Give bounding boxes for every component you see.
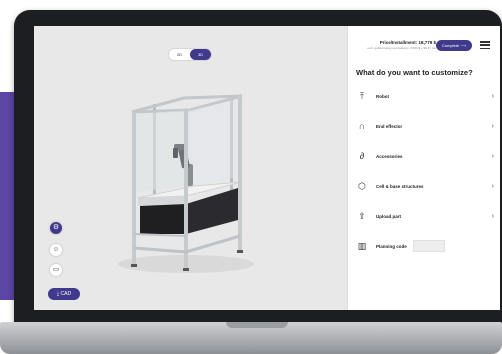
- menu-item-end-effector[interactable]: ∩ End effector ›: [356, 118, 494, 134]
- hamburger-menu-icon[interactable]: [480, 41, 490, 50]
- cube-icon: ⬡: [358, 181, 366, 191]
- laptop-notch: [226, 322, 288, 328]
- menu-item-label: Upload part: [376, 213, 402, 219]
- menu-item-label: End effector: [376, 123, 403, 129]
- menu-item-upload-part[interactable]: ⇪ Upload part ›: [356, 208, 494, 224]
- chevron-right-icon: ›: [491, 122, 494, 130]
- chat-icon[interactable]: ▭: [50, 264, 62, 276]
- robot-cell-model[interactable]: [34, 26, 347, 310]
- cad-download-button[interactable]: ⤓ CAD: [48, 288, 80, 300]
- menu-item-accessories[interactable]: ∂ Accessories ›: [356, 148, 494, 164]
- paperclip-icon: ∂: [359, 151, 365, 161]
- customize-heading: What do you want to customize?: [356, 68, 473, 77]
- chevron-right-icon: ›: [491, 182, 494, 190]
- upload-icon: ⇪: [358, 211, 366, 221]
- customize-panel: Price/Installment: 18,779 $ excl. guided…: [347, 26, 500, 310]
- menu-item-label: Cell & base structures: [376, 183, 424, 189]
- barcode-icon: ▥: [357, 241, 367, 251]
- chevron-right-icon: ›: [491, 152, 494, 160]
- robot-arm-icon: ⤒: [360, 91, 364, 101]
- menu-item-planning-code: ▥ Planning code: [356, 238, 494, 254]
- menu-item-cell-base[interactable]: ⬡ Cell & base structures ›: [356, 178, 494, 194]
- planning-code-input[interactable]: [412, 240, 445, 252]
- price-subtext: excl. guided setup and delivery. 3,500 $…: [367, 46, 436, 50]
- complete-button[interactable]: Complete ⟶: [436, 40, 472, 51]
- 3d-viewport[interactable]: 2D 3D ⚙ ☺ ▭ ⤓ CAD: [34, 26, 347, 310]
- user-icon[interactable]: ☺: [50, 244, 62, 256]
- app-screen: 2D 3D ⚙ ☺ ▭ ⤓ CAD Price/Installment: 18,…: [34, 26, 500, 310]
- chevron-right-icon: ›: [491, 212, 494, 220]
- chevron-right-icon: ›: [491, 92, 494, 100]
- gripper-icon: ∩: [358, 121, 366, 131]
- price-text: Price/Installment: 18,779 $: [379, 40, 436, 45]
- gear-icon[interactable]: ⚙: [50, 222, 62, 234]
- menu-item-robot[interactable]: ⤒ Robot ›: [356, 88, 494, 104]
- menu-item-label: Planning code: [376, 243, 407, 249]
- menu-item-label: Robot: [376, 93, 389, 99]
- price-summary: Price/Installment: 18,779 $ excl. guided…: [356, 40, 436, 50]
- menu-item-label: Accessories: [376, 153, 403, 159]
